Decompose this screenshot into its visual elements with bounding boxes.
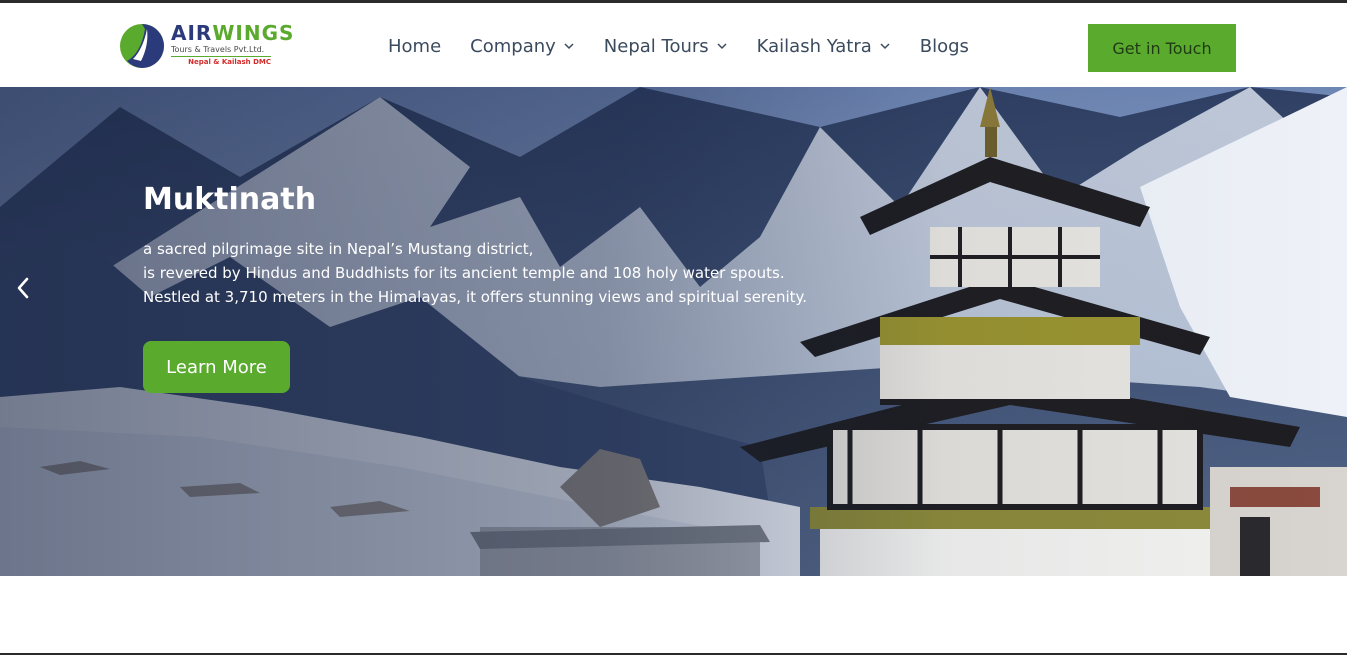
nav-item-label: Company [470,35,556,57]
nav-item-kailash-yatra[interactable]: Kailash Yatra [757,36,891,57]
chevron-down-icon [717,43,727,50]
nav-item-blogs[interactable]: Blogs [920,36,969,57]
brand-tagline: Nepal & Kailash DMC [188,58,271,66]
brand-name: AIRWINGS [171,21,293,45]
chevron-down-icon [880,43,890,50]
brand-name-air: AIR [171,21,213,45]
nav-item-label: Blogs [919,35,969,57]
hero-description-line: a sacred pilgrimage site in Nepal’s Must… [143,240,534,258]
learn-more-button[interactable]: Learn More [143,341,290,393]
chevron-left-icon[interactable] [12,276,36,300]
brand-subtitle: Tours & Travels Pvt.Ltd. [171,45,271,57]
brand-logo[interactable]: AIRWINGS Tours & Travels Pvt.Ltd. Nepal … [119,21,293,73]
nav-item-label: Home [388,35,442,57]
hero-description-line: Nestled at 3,710 meters in the Himalayas… [143,288,808,306]
brand-name-wings: WINGS [212,21,295,45]
airwings-logo-icon [120,24,164,68]
main-nav: Home Company Nepal Tours Kailash Yatra B… [388,33,998,59]
chevron-down-icon [564,43,574,50]
hero-description-line: is revered by Hindus and Buddhists for i… [143,264,785,282]
nav-item-nepal-tours[interactable]: Nepal Tours [604,36,728,57]
hero-slider: Muktinath a sacred pilgrimage site in Ne… [0,87,1347,576]
hero-description: a sacred pilgrimage site in Nepal’s Must… [143,237,863,309]
nav-item-label: Nepal Tours [603,35,709,57]
nav-item-company[interactable]: Company [470,36,575,57]
get-in-touch-button[interactable]: Get in Touch [1088,24,1236,72]
hero-title: Muktinath [143,182,317,217]
brand-text: AIRWINGS Tours & Travels Pvt.Ltd. Nepal … [171,21,293,67]
nav-item-label: Kailash Yatra [756,35,872,57]
nav-item-home[interactable]: Home [388,36,441,57]
site-header: AIRWINGS Tours & Travels Pvt.Ltd. Nepal … [0,3,1347,87]
hero-overlay [0,87,1347,576]
